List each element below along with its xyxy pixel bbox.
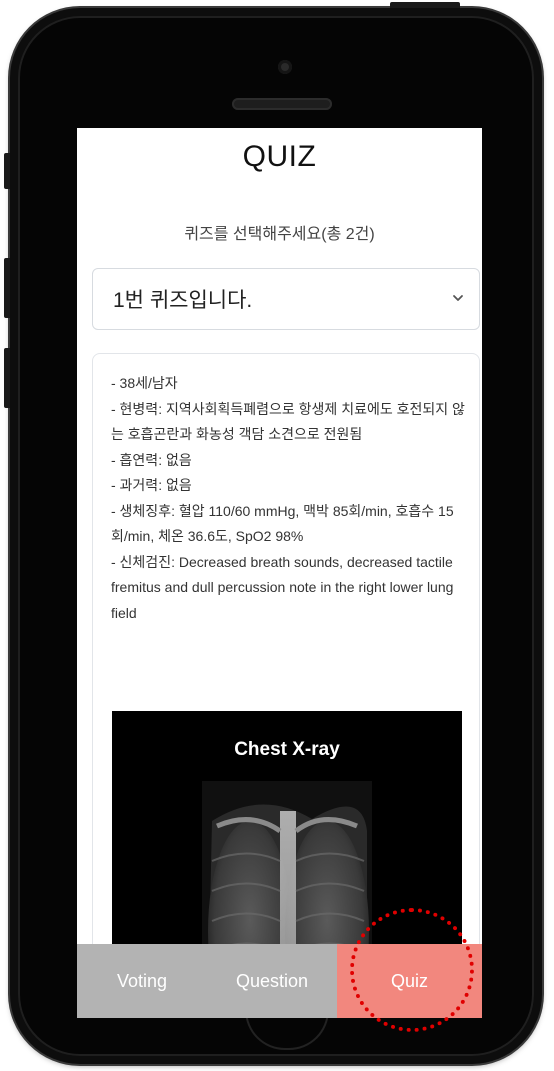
- bottom-tab-bar: Voting Question Quiz: [77, 944, 482, 1018]
- quiz-case-card: - 38세/남자 - 현병력: 지역사회획득폐렴으로 항생제 치료에도 호전되지…: [92, 353, 480, 1018]
- case-info-list: - 38세/남자 - 현병력: 지역사회획득폐렴으로 항생제 치료에도 호전되지…: [111, 371, 466, 626]
- volume-down-button: [4, 348, 10, 408]
- chevron-down-icon: [453, 295, 463, 301]
- quiz-count-label: 퀴즈를 선택해주세요(총 2건): [184, 226, 375, 243]
- tab-question[interactable]: Question: [207, 944, 337, 1018]
- quiz-select-value: 1번 퀴즈입니다.: [113, 289, 253, 312]
- case-line-present-illness: - 현병력: 지역사회획득폐렴으로 항생제 치료에도 호전되지 않는 호흡곤란과…: [111, 400, 465, 443]
- page-title: QUIZ: [242, 140, 317, 173]
- case-line-smoking: - 흡연력: 없음: [111, 451, 192, 468]
- tab-voting[interactable]: Voting: [77, 944, 207, 1018]
- case-line-age-sex: - 38세/남자: [111, 375, 178, 391]
- case-line-past-history: - 과거력: 없음: [111, 477, 192, 493]
- tab-quiz[interactable]: Quiz: [337, 944, 482, 1018]
- case-line-physical-exam: - 신체검진: Decreased breath sounds, decreas…: [111, 553, 454, 621]
- mute-switch: [4, 153, 10, 189]
- power-button: [390, 2, 460, 8]
- speaker-grille: [232, 98, 332, 110]
- camera-icon: [278, 60, 292, 74]
- quiz-select-dropdown[interactable]: 1번 퀴즈입니다.: [92, 268, 480, 330]
- case-line-vital-signs: - 생체징후: 혈압 110/60 mmHg, 맥박 85회/min, 호흡수 …: [111, 502, 454, 545]
- volume-up-button: [4, 258, 10, 318]
- app-screen: QUIZ 퀴즈를 선택해주세요(총 2건) 1번 퀴즈입니다. - 38세/남자…: [77, 128, 482, 1018]
